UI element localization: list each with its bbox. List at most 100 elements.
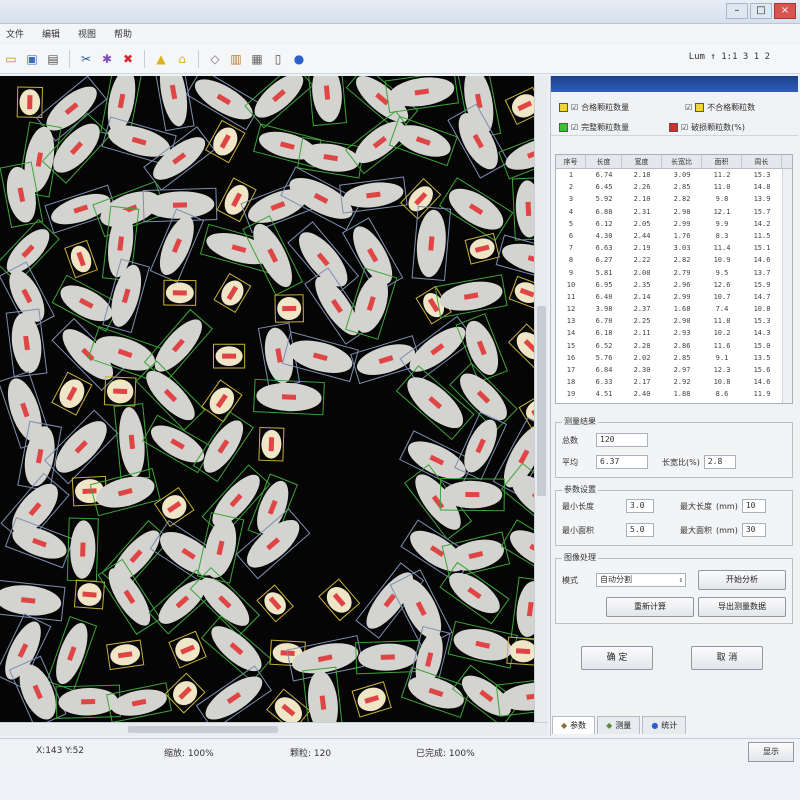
table-row[interactable]: 15 6.52 2.28 2.86 11.6 15.0 [556, 340, 792, 352]
viewer-vertical-scrollbar[interactable] [534, 76, 548, 722]
delete-icon[interactable]: ✖ [119, 50, 137, 68]
table-cell: 11.4 [713, 244, 731, 253]
rice-grain [306, 76, 348, 127]
table-row[interactable]: 12 3.98 2.37 1.68 7.4 10.8 [556, 303, 792, 315]
cut-icon[interactable]: ✂ [77, 50, 95, 68]
measurement-table[interactable]: 序号 长度 宽度 长宽比 面积 周长 1 6.74 2.18 3.09 11.2 15.3 2 6.45… [555, 154, 793, 404]
close-button[interactable]: × [774, 3, 796, 19]
tab-parameters[interactable]: ◆ 参数 [552, 716, 596, 734]
menu-file[interactable]: 文件 [2, 27, 28, 40]
grain-label-mark [515, 648, 531, 655]
table-cell: 4.51 [595, 390, 613, 399]
table-row[interactable]: 11 6.40 2.14 2.99 10.7 14.7 [556, 291, 792, 303]
column-header[interactable]: 宽度 [622, 155, 662, 168]
field-label: 总数 [562, 435, 578, 445]
min-length-value[interactable]: 3.0 [626, 499, 654, 513]
menu-view[interactable]: 视图 [74, 27, 100, 40]
column-header[interactable]: 序号 [556, 155, 586, 168]
save-icon[interactable]: ▣ [23, 50, 41, 68]
table-cell: 10.9 [713, 256, 731, 265]
print-icon[interactable]: ▤ [44, 50, 62, 68]
table-row[interactable]: 13 6.70 2.25 2.98 11.8 15.3 [556, 315, 792, 327]
ok-button[interactable]: 确 定 [581, 646, 653, 670]
info-icon[interactable]: ● [290, 50, 308, 68]
table-row[interactable]: 1 6.74 2.18 3.09 11.2 15.3 [556, 169, 792, 181]
table-cell: 2.99 [673, 292, 691, 301]
table-row[interactable]: 4 6.88 2.31 2.98 12.1 15.7 [556, 206, 792, 218]
tab-statistics[interactable]: ● 统计 [642, 716, 687, 734]
viewer-horizontal-scrollbar[interactable] [0, 722, 548, 736]
table-cell: 15.0 [753, 341, 771, 350]
grain-label-mark [268, 437, 275, 452]
maximize-button[interactable]: □ [750, 3, 772, 19]
rice-grain [510, 576, 534, 642]
avg-value[interactable]: 6.37 [596, 455, 648, 469]
grain-label-mark [222, 353, 237, 359]
legend-item[interactable]: ☑ 破损颗粒数(%) [669, 122, 745, 133]
ratio-value[interactable]: 2.8 [703, 455, 736, 469]
leaf-icon: ◆ [606, 721, 613, 730]
display-button[interactable]: 显示 [748, 742, 794, 762]
table-row[interactable]: 19 4.51 2.40 1.88 8.6 11.9 [556, 388, 792, 400]
cancel-button[interactable]: 取 消 [691, 646, 763, 670]
table-cell: 2.82 [673, 256, 691, 265]
status-zoom: 缩放: 100% [164, 749, 214, 759]
stats-group: 测量结果 总数 120 平均 6.37 长宽比(%) 2.8 [555, 416, 793, 478]
max-length-value[interactable]: 10 [741, 499, 766, 513]
table-row[interactable]: 16 5.76 2.02 2.85 9.1 13.5 [556, 352, 792, 364]
tab-measure[interactable]: ◆ 测量 [597, 716, 641, 734]
total-value[interactable]: 120 [596, 433, 648, 447]
lock-icon[interactable]: ▲ [152, 50, 170, 68]
table-row[interactable]: 10 6.95 2.35 2.96 12.6 15.9 [556, 279, 792, 291]
grain-label-mark [172, 202, 188, 208]
menu-help[interactable]: 帮助 [110, 27, 136, 40]
rice-grain [511, 177, 534, 241]
table-row[interactable]: 8 6.27 2.22 2.82 10.9 14.6 [556, 254, 792, 266]
battery-icon[interactable]: ▯ [269, 50, 287, 68]
max-area-value[interactable]: 30 [741, 523, 766, 537]
image-viewer[interactable] [0, 76, 534, 722]
table-row[interactable]: 14 6.18 2.11 2.93 10.2 14.3 [556, 327, 792, 339]
legend-item[interactable]: ☑ 不合格颗粒数 [685, 102, 755, 113]
rice-grain [411, 205, 452, 282]
table-row[interactable]: 3 5.92 2.10 2.82 9.8 13.9 [556, 193, 792, 205]
column-header[interactable]: 长宽比 [662, 155, 702, 168]
table-cell: 18 [566, 378, 576, 387]
spin-icon[interactable]: ⇕ [679, 574, 683, 586]
table-row[interactable]: 9 5.81 2.08 2.79 9.5 13.7 [556, 267, 792, 279]
legend-item[interactable]: ☑ 完整颗粒数量 [559, 122, 629, 133]
table-row[interactable]: 206.612.232.9611.515.2 [556, 401, 792, 404]
minimize-button[interactable]: – [726, 3, 748, 19]
tab-label: 测量 [615, 721, 632, 730]
export-data-button[interactable]: 导出测量数据 [698, 597, 786, 617]
mode-select[interactable]: 自动分割 ⇕ [596, 573, 686, 587]
home-icon[interactable]: ⌂ [173, 50, 191, 68]
column-header[interactable]: 长度 [586, 155, 622, 168]
table-cell: 1 [568, 171, 574, 179]
scroll-thumb[interactable] [537, 306, 546, 496]
field-label: 模式 [562, 575, 578, 585]
scroll-thumb[interactable] [128, 726, 278, 733]
ruler-icon[interactable]: ▥ [227, 50, 245, 68]
table-cell: 14.7 [753, 292, 771, 301]
open-icon[interactable]: ▭ [2, 50, 20, 68]
column-header[interactable]: 周长 [742, 155, 782, 168]
table-row[interactable]: 6 4.30 2.44 1.76 8.3 11.5 [556, 230, 792, 242]
table-row[interactable]: 17 6.84 2.30 2.97 12.3 15.6 [556, 364, 792, 376]
recalculate-button[interactable]: 重新计算 [606, 597, 694, 617]
table-cell: 2.85 [673, 183, 691, 192]
table-row[interactable]: 5 6.12 2.05 2.99 9.9 14.2 [556, 218, 792, 230]
column-header[interactable]: 面积 [702, 155, 742, 168]
analyze-button[interactable]: 开始分析 [698, 570, 786, 590]
menu-edit[interactable]: 编辑 [38, 27, 64, 40]
legend-item[interactable]: ☑ 合格颗粒数量 [559, 102, 629, 113]
table-row[interactable]: 18 6.33 2.17 2.92 10.8 14.6 [556, 376, 792, 388]
table-scrollbar[interactable] [782, 169, 792, 403]
grid-icon[interactable]: ▦ [248, 50, 266, 68]
min-area-value[interactable]: 5.0 [626, 523, 654, 537]
table-row[interactable]: 7 6.63 2.19 3.03 11.4 15.1 [556, 242, 792, 254]
gem-icon[interactable]: ◇ [206, 50, 224, 68]
magic-icon[interactable]: ✱ [98, 50, 116, 68]
grain-body [515, 180, 534, 238]
table-row[interactable]: 2 6.45 2.26 2.85 11.0 14.8 [556, 181, 792, 193]
